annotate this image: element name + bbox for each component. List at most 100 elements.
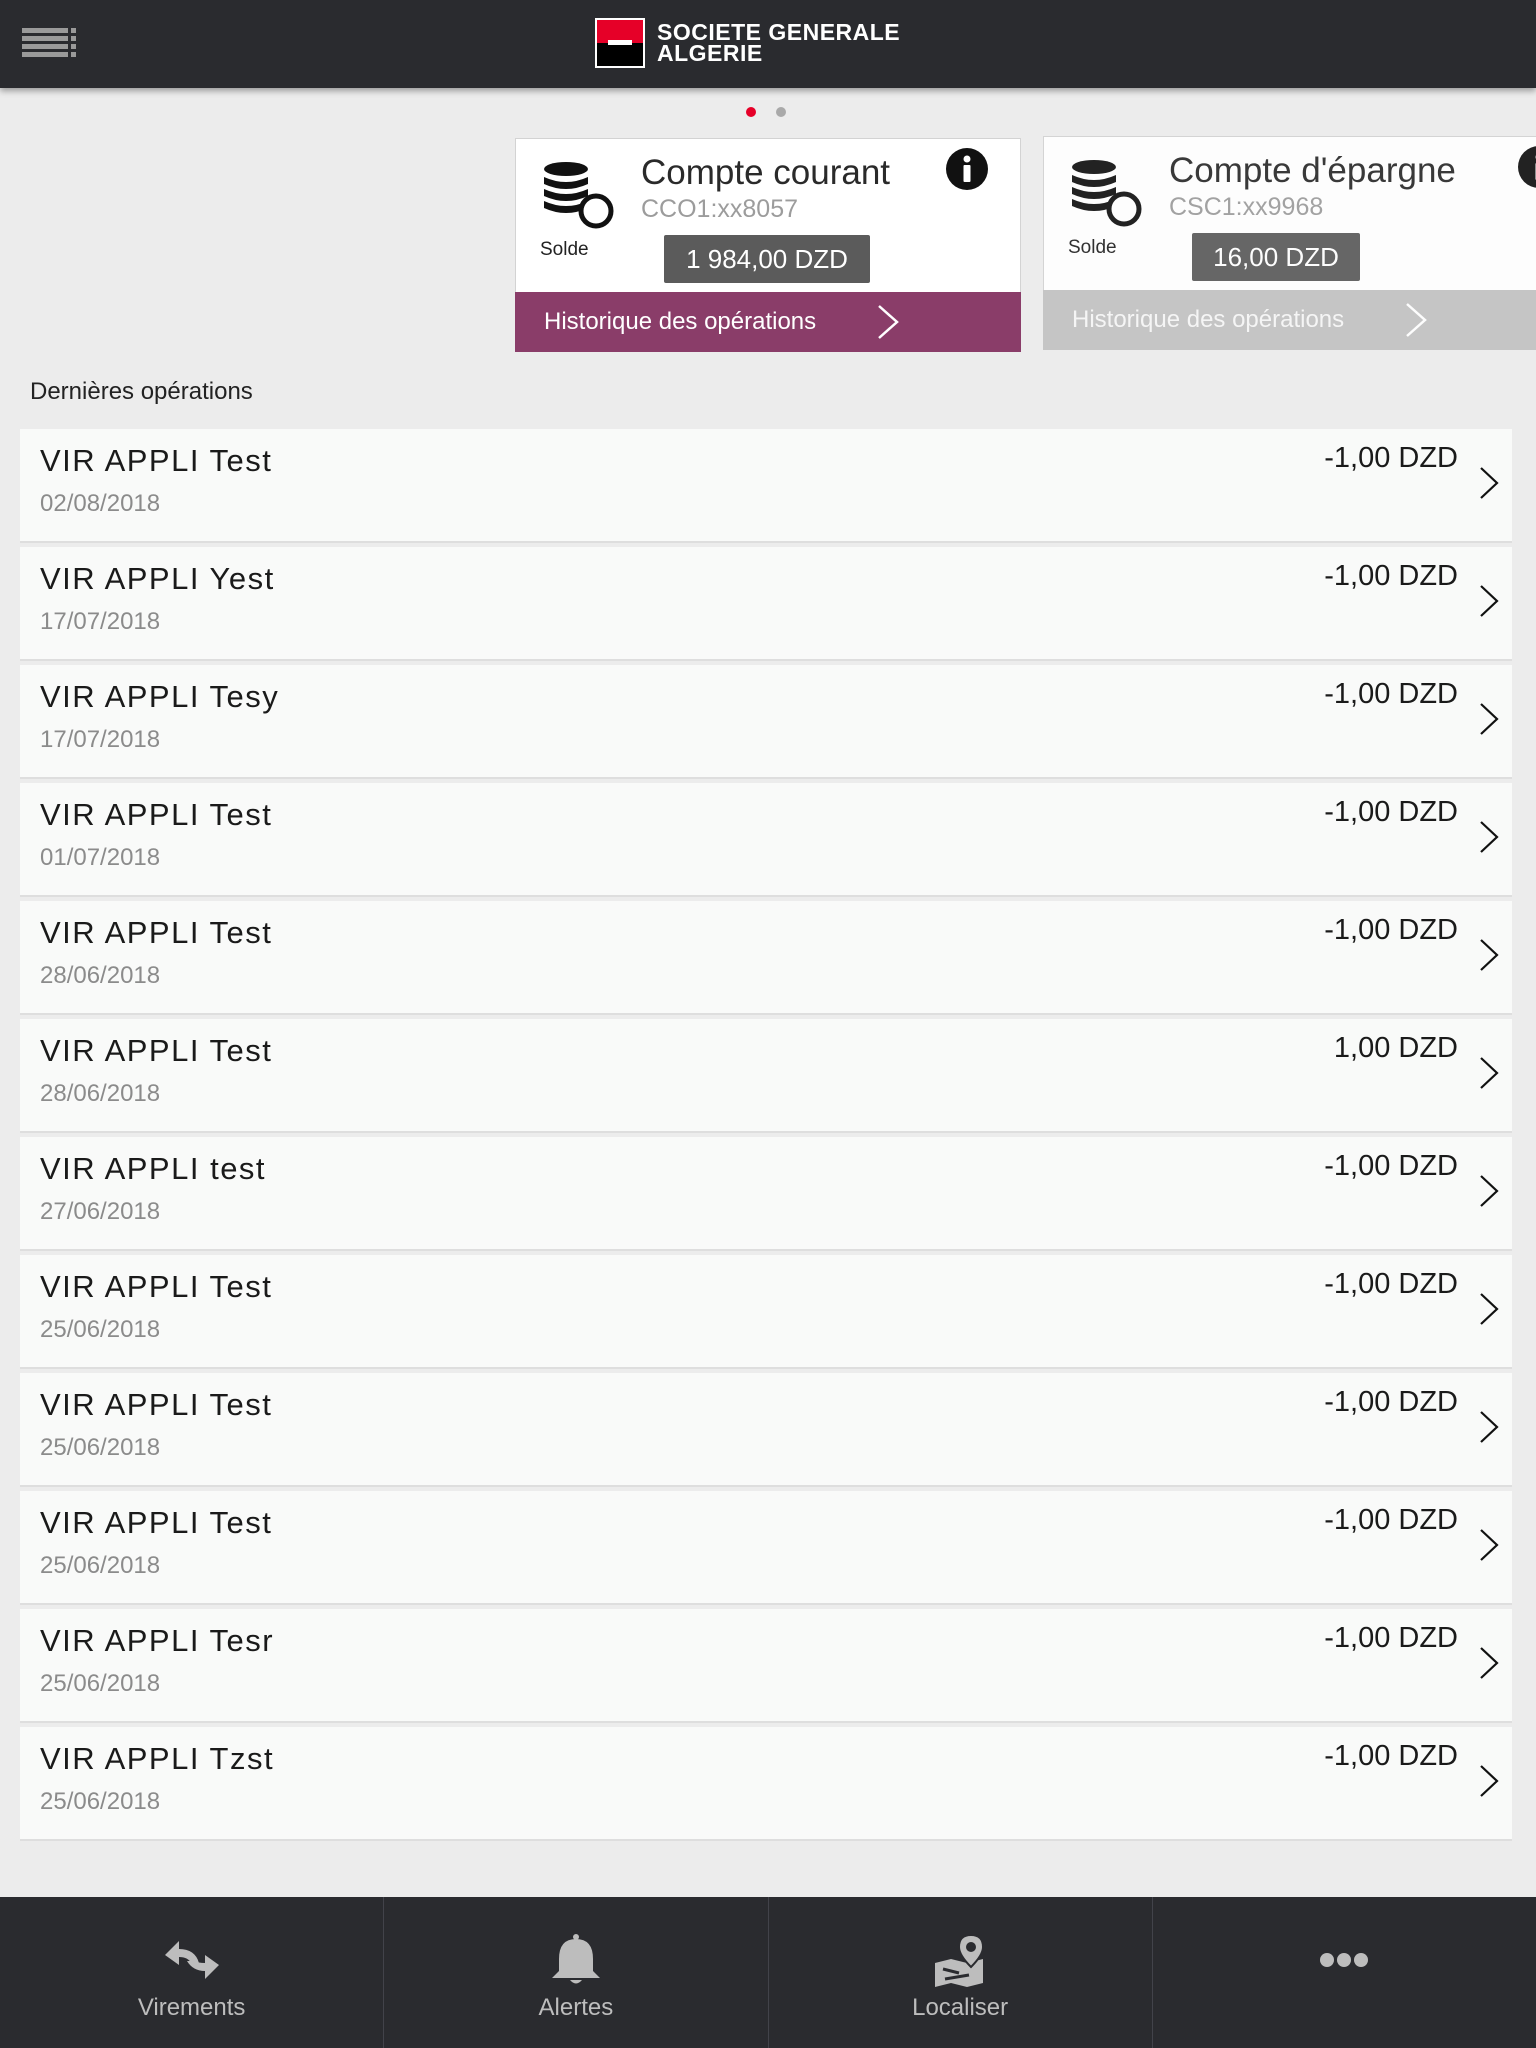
operation-row[interactable]: VIR APPLI Test 02/08/2018 -1,00 DZD (20, 429, 1512, 541)
map-pin-icon (929, 1933, 991, 1987)
operation-date: 02/08/2018 (40, 490, 161, 517)
operation-date: 25/06/2018 (40, 1434, 161, 1461)
tab-localiser[interactable]: Localiser (767, 1897, 1152, 2048)
operation-date: 28/06/2018 (40, 962, 161, 989)
operation-row[interactable]: VIR APPLI Tzst 25/06/2018 -1,00 DZD (20, 1727, 1512, 1839)
bottom-tab-bar: Virements Alertes Localiser (0, 1897, 1536, 2048)
operation-date: 28/06/2018 (40, 1080, 161, 1107)
operation-label: VIR APPLI Test (40, 1033, 273, 1068)
operation-label: VIR APPLI Test (40, 915, 273, 950)
operation-amount: -1,00 DZD (1324, 1150, 1458, 1182)
chevron-right-icon (1478, 1173, 1500, 1209)
account-number: CSC1:xx9968 (1169, 193, 1324, 221)
chevron-right-icon (1478, 1409, 1500, 1445)
operation-date: 01/07/2018 (40, 844, 161, 871)
brand-name: SOCIETE GENERALE ALGERIE (657, 21, 900, 66)
operation-label: VIR APPLI Test (40, 1269, 273, 1304)
history-button[interactable]: Historique des opérations (1043, 290, 1536, 350)
coins-icon (1068, 157, 1146, 229)
operation-label: VIR APPLI Tesr (40, 1623, 275, 1658)
operation-row[interactable]: VIR APPLI Yest 17/07/2018 -1,00 DZD (20, 547, 1512, 659)
history-button[interactable]: Historique des opérations (515, 292, 1021, 352)
chevron-right-icon (1403, 301, 1429, 339)
operation-row[interactable]: VIR APPLI Tesr 25/06/2018 -1,00 DZD (20, 1609, 1512, 1721)
operation-label: VIR APPLI test (40, 1151, 267, 1186)
tab-virements[interactable]: Virements (0, 1897, 383, 2048)
chevron-right-icon (875, 303, 901, 341)
operation-amount: -1,00 DZD (1324, 442, 1458, 474)
operation-label: VIR APPLI Test (40, 1505, 273, 1540)
operation-amount: -1,00 DZD (1324, 796, 1458, 828)
operation-row[interactable]: VIR APPLI Test 01/07/2018 -1,00 DZD (20, 783, 1512, 895)
account-title: Compte courant (641, 153, 891, 192)
chevron-right-icon (1478, 1645, 1500, 1681)
operation-date: 17/07/2018 (40, 608, 161, 635)
operation-label: VIR APPLI Yest (40, 561, 275, 596)
operation-date: 25/06/2018 (40, 1316, 161, 1343)
chevron-right-icon (1478, 819, 1500, 855)
pager-dot-1[interactable] (746, 107, 756, 117)
solde-label: Solde (1068, 237, 1117, 258)
operation-date: 25/06/2018 (40, 1788, 161, 1815)
account-card-epargne[interactable]: Solde Compte d'épargne CSC1:xx9968 16,00… (1043, 136, 1536, 350)
coins-icon (540, 159, 618, 231)
chevron-right-icon (1478, 701, 1500, 737)
brand: SOCIETE GENERALE ALGERIE (595, 18, 900, 68)
operation-date: 27/06/2018 (40, 1198, 161, 1225)
solde-label: Solde (540, 239, 589, 260)
operation-amount: -1,00 DZD (1324, 1268, 1458, 1300)
operation-date: 25/06/2018 (40, 1552, 161, 1579)
brand-line-2: ALGERIE (657, 40, 763, 66)
section-title: Dernières opérations (30, 378, 253, 405)
chevron-right-icon (1478, 1527, 1500, 1563)
operation-row[interactable]: VIR APPLI Test 25/06/2018 -1,00 DZD (20, 1491, 1512, 1603)
operation-date: 25/06/2018 (40, 1670, 161, 1697)
operation-date: 17/07/2018 (40, 726, 161, 753)
societe-generale-logo-icon (595, 18, 645, 68)
tab-label: Alertes (538, 1994, 614, 2021)
account-title: Compte d'épargne (1169, 151, 1456, 190)
tab-more[interactable] (1151, 1897, 1536, 2048)
account-balance: 16,00 DZD (1192, 233, 1360, 281)
hamburger-menu-icon[interactable] (22, 22, 82, 66)
operation-label: VIR APPLI Test (40, 1387, 273, 1422)
operation-amount: -1,00 DZD (1324, 678, 1458, 710)
operation-row[interactable]: VIR APPLI Test 28/06/2018 -1,00 DZD (20, 901, 1512, 1013)
operation-row[interactable]: VIR APPLI Test 28/06/2018 1,00 DZD (20, 1019, 1512, 1131)
chevron-right-icon (1478, 1055, 1500, 1091)
tab-alertes[interactable]: Alertes (383, 1897, 767, 2048)
operation-label: VIR APPLI Tzst (40, 1741, 275, 1776)
app-header: SOCIETE GENERALE ALGERIE (0, 0, 1536, 88)
history-button-label: Historique des opérations (544, 308, 817, 335)
operation-label: VIR APPLI Tesy (40, 679, 280, 714)
chevron-right-icon (1478, 1763, 1500, 1799)
operation-amount: -1,00 DZD (1324, 1622, 1458, 1654)
pager-dot-2[interactable] (776, 107, 786, 117)
more-dots-icon (1313, 1933, 1375, 1987)
operation-amount: -1,00 DZD (1324, 1740, 1458, 1772)
operation-label: VIR APPLI Test (40, 443, 273, 478)
chevron-right-icon (1478, 1291, 1500, 1327)
transfer-arrows-icon (161, 1933, 223, 1987)
info-icon[interactable] (946, 148, 988, 190)
operation-amount: -1,00 DZD (1324, 1386, 1458, 1418)
operation-amount: -1,00 DZD (1324, 914, 1458, 946)
tab-label: Localiser (912, 1994, 1009, 2021)
operation-amount: -1,00 DZD (1324, 1504, 1458, 1536)
operation-row[interactable]: VIR APPLI Test 25/06/2018 -1,00 DZD (20, 1255, 1512, 1367)
chevron-right-icon (1478, 583, 1500, 619)
info-icon[interactable] (1518, 146, 1536, 188)
bell-icon (545, 1933, 607, 1987)
account-number: CCO1:xx8057 (641, 195, 799, 223)
tab-label: Virements (137, 1994, 246, 2021)
operation-label: VIR APPLI Test (40, 797, 273, 832)
operation-amount: 1,00 DZD (1333, 1032, 1458, 1064)
operation-row[interactable]: VIR APPLI test 27/06/2018 -1,00 DZD (20, 1137, 1512, 1249)
account-pager (746, 107, 786, 117)
account-balance: 1 984,00 DZD (664, 235, 870, 283)
operation-row[interactable]: VIR APPLI Test 25/06/2018 -1,00 DZD (20, 1373, 1512, 1485)
chevron-right-icon (1478, 937, 1500, 973)
operations-list: VIR APPLI Test 02/08/2018 -1,00 DZD VIR … (20, 429, 1512, 1845)
operation-row[interactable]: VIR APPLI Tesy 17/07/2018 -1,00 DZD (20, 665, 1512, 777)
account-card-courant[interactable]: Solde Compte courant CCO1:xx8057 1 984,0… (515, 138, 1021, 352)
